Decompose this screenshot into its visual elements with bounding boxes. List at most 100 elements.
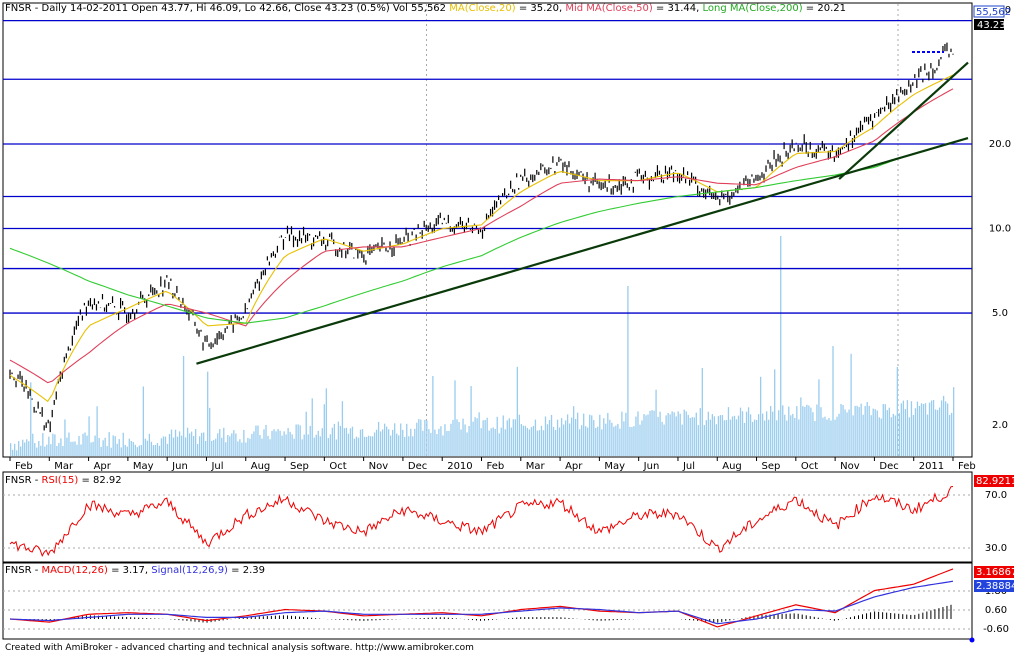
volume-bar bbox=[78, 436, 80, 456]
volume-bar bbox=[215, 438, 217, 456]
volume-bar bbox=[715, 424, 718, 456]
volume-bar bbox=[892, 413, 894, 456]
volume-bar bbox=[235, 433, 237, 456]
volume-bar bbox=[778, 410, 780, 456]
x-tick-label: 2010 bbox=[447, 461, 472, 472]
volume-bar bbox=[747, 407, 750, 456]
volume-bar bbox=[90, 442, 92, 456]
volume-bar bbox=[753, 419, 756, 456]
volume-bar bbox=[416, 422, 418, 456]
volume-bar bbox=[398, 435, 400, 456]
volume-bar bbox=[309, 425, 311, 456]
x-tick-label: Jul bbox=[682, 461, 695, 472]
volume-bar bbox=[928, 402, 931, 456]
volume-bar bbox=[498, 433, 500, 456]
volume-bar bbox=[814, 421, 816, 456]
volume-bar bbox=[339, 425, 342, 456]
volume-bar bbox=[142, 386, 145, 456]
volume-bar bbox=[585, 426, 587, 456]
volume-bar bbox=[337, 421, 340, 456]
volume-bar bbox=[74, 441, 76, 456]
volume-bar bbox=[172, 437, 175, 456]
x-tick-label: Mar bbox=[54, 461, 74, 472]
volume-bar bbox=[120, 447, 122, 456]
volume-bar bbox=[333, 423, 336, 456]
volume-bar bbox=[108, 432, 110, 456]
volume-bar bbox=[713, 416, 716, 456]
volume-bar bbox=[100, 446, 102, 456]
volume-bar bbox=[550, 414, 553, 456]
volume-bar bbox=[838, 413, 840, 456]
volume-bar bbox=[156, 443, 159, 456]
volume-bar bbox=[424, 419, 426, 456]
volume-bar bbox=[844, 409, 846, 456]
volume-bar bbox=[834, 419, 836, 456]
volume-bar bbox=[373, 432, 376, 456]
price-tick-label: 2.0 bbox=[992, 420, 1008, 431]
volume-bar bbox=[918, 405, 921, 456]
volume-bar bbox=[343, 428, 346, 456]
volume-bar bbox=[898, 413, 901, 456]
volume-bar bbox=[896, 366, 899, 456]
volume-bar bbox=[196, 443, 199, 456]
volume-bar bbox=[701, 367, 703, 456]
volume-bar bbox=[942, 395, 945, 456]
volume-bar bbox=[607, 412, 609, 456]
volume-bar bbox=[361, 429, 364, 456]
volume-bar bbox=[34, 443, 36, 456]
volume-bar bbox=[766, 411, 768, 456]
volume-bar bbox=[818, 379, 820, 456]
x-tick-label: Nov bbox=[840, 461, 860, 472]
volume-bar bbox=[816, 404, 818, 456]
volume-bar bbox=[554, 430, 557, 456]
volume-bar bbox=[241, 442, 243, 456]
x-tick-label: Dec bbox=[408, 461, 427, 472]
volume-bar bbox=[661, 421, 663, 456]
volume-bar bbox=[60, 438, 62, 456]
volume-bar bbox=[168, 434, 171, 456]
volume-bar bbox=[609, 419, 611, 456]
volume-bar bbox=[138, 445, 140, 456]
volume-bar bbox=[583, 413, 585, 456]
signal-badge-text: 2.38884 bbox=[976, 581, 1017, 592]
volume-bar bbox=[532, 425, 535, 456]
volume-bar bbox=[331, 427, 334, 456]
volume-bar bbox=[436, 434, 438, 456]
volume-bar bbox=[450, 423, 452, 456]
volume-bar bbox=[162, 436, 165, 456]
volume-bar bbox=[478, 412, 480, 456]
volume-bar bbox=[856, 405, 858, 456]
volume-bar bbox=[24, 442, 26, 456]
volume-bar bbox=[476, 418, 478, 456]
volume-bar bbox=[888, 407, 890, 456]
volume-bar bbox=[504, 429, 506, 456]
volume-bar bbox=[695, 412, 697, 456]
volume-bar bbox=[729, 419, 732, 456]
volume-bar bbox=[379, 431, 382, 456]
volume-bar bbox=[671, 411, 673, 456]
volume-bar bbox=[148, 433, 151, 456]
volume-bar bbox=[285, 434, 287, 456]
volume-bar bbox=[894, 415, 896, 456]
volume-bar bbox=[663, 424, 665, 456]
volume-bar bbox=[759, 376, 762, 456]
price-tick-label: 10.0 bbox=[989, 224, 1011, 235]
volume-bar bbox=[776, 420, 778, 456]
volume-bar bbox=[305, 411, 307, 456]
volume-bar bbox=[72, 441, 74, 456]
volume-bar bbox=[621, 411, 623, 456]
volume-bar bbox=[822, 417, 824, 456]
volume-bar bbox=[347, 433, 350, 456]
volume-bar bbox=[281, 435, 283, 456]
volume-bar bbox=[54, 434, 56, 456]
volume-bar bbox=[577, 412, 579, 456]
volume-bar bbox=[299, 425, 301, 456]
volume-bar bbox=[160, 438, 163, 456]
volume-bar bbox=[926, 414, 929, 456]
volume-bar bbox=[552, 426, 555, 456]
volume-bar bbox=[124, 445, 126, 456]
volume-bar bbox=[98, 438, 100, 456]
volume-bar bbox=[62, 445, 64, 456]
volume-bar bbox=[307, 434, 309, 456]
corner-dot bbox=[969, 637, 975, 643]
